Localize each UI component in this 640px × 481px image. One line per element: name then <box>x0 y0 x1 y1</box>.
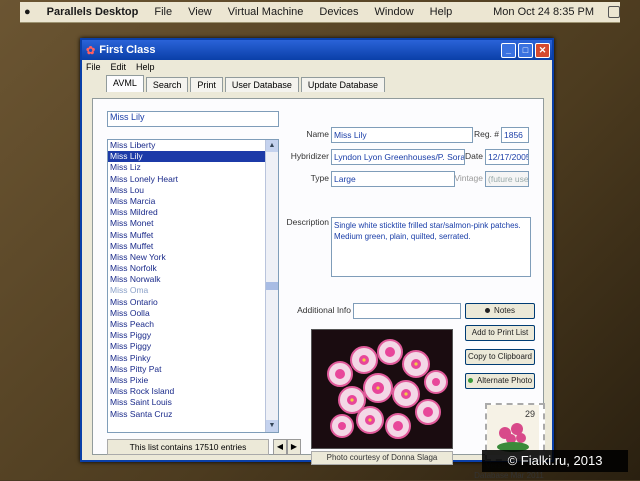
list-item[interactable]: Miss Piggy <box>108 330 278 341</box>
name-label: Name <box>306 129 329 139</box>
first-class-window: ✿ First Class _ □ ✕ File Edit Help AVML … <box>80 38 554 480</box>
spotlight-icon[interactable] <box>608 6 620 18</box>
alternate-photo-button[interactable]: Alternate Photo <box>465 373 535 389</box>
clock: Mon Oct 24 8:35 PM <box>493 6 594 18</box>
list-item[interactable]: Miss Norwalk <box>108 274 278 285</box>
description-label: Description <box>286 217 329 227</box>
avml-panel: Miss Lily Miss Liberty Miss Lily Miss Liz M… <box>92 98 545 480</box>
hybridizer-label: Hybridizer <box>290 151 329 161</box>
reg-label: Reg. # <box>473 129 499 139</box>
list-item[interactable]: Miss Pinky <box>108 353 278 364</box>
date-label: Date <box>465 151 483 161</box>
flower-icon: ✿ <box>86 44 96 57</box>
type-field[interactable]: Large <box>331 171 455 187</box>
svg-text:29: 29 <box>525 409 535 419</box>
tab-user-database[interactable]: User Database <box>224 77 299 92</box>
scroll-thumb[interactable] <box>266 282 278 290</box>
list-item[interactable]: Miss Lily <box>108 151 278 163</box>
scroll-down-icon[interactable]: ▼ <box>266 420 278 432</box>
violet-photo <box>311 329 453 449</box>
list-scrollbar[interactable]: ▲ ▼ <box>265 140 278 432</box>
list-item[interactable]: Miss Peach <box>108 319 278 330</box>
notes-button[interactable]: Notes <box>465 303 535 319</box>
mac-menubar: ● Parallels Desktop File View Virtual Ma… <box>20 2 620 23</box>
minimize-icon[interactable]: _ <box>501 42 516 58</box>
description-field[interactable]: Single white sticktite frilled star/salm… <box>331 217 531 277</box>
window-title: First Class <box>99 44 156 56</box>
list-item[interactable]: Miss Ontario <box>108 297 278 308</box>
mac-menu-devices[interactable]: Devices <box>319 6 358 18</box>
list-item[interactable]: Miss Pitty Pat <box>108 364 278 375</box>
list-item[interactable]: Miss Piggy <box>108 341 278 352</box>
watermark: © Fialki.ru, 2013 <box>482 450 628 472</box>
list-item[interactable]: Miss Muffet <box>108 241 278 252</box>
list-item[interactable]: Miss Lou <box>108 185 278 196</box>
copy-to-clipboard-button[interactable]: Copy to Clipboard <box>465 349 535 365</box>
list-item[interactable]: Miss New York <box>108 252 278 263</box>
mac-menu-window[interactable]: Window <box>375 6 414 18</box>
add-to-print-list-button[interactable]: Add to Print List <box>465 325 535 341</box>
menu-help[interactable]: Help <box>136 62 155 72</box>
window-menubar: File Edit Help <box>82 60 552 74</box>
list-item[interactable]: Miss Norfolk <box>108 263 278 274</box>
list-item[interactable]: Miss Oolla <box>108 308 278 319</box>
list-item[interactable]: Miss Liz <box>108 162 278 173</box>
vintage-label: Vintage <box>454 173 483 183</box>
menu-edit[interactable]: Edit <box>111 62 127 72</box>
list-item[interactable]: Miss Pixie <box>108 375 278 386</box>
prev-arrow-icon[interactable]: ◀ <box>273 439 287 455</box>
next-arrow-icon[interactable]: ▶ <box>287 439 301 455</box>
reg-field[interactable]: 1856 <box>501 127 529 143</box>
list-item[interactable]: Miss Santa Cruz <box>108 409 278 420</box>
list-item[interactable]: Miss Muffet <box>108 230 278 241</box>
list-status: This list contains 17510 entries <box>107 439 269 455</box>
projected-screen: ● Parallels Desktop File View Virtual Ma… <box>0 0 640 480</box>
list-item[interactable]: Miss Rock Island <box>108 386 278 397</box>
tab-avml[interactable]: AVML <box>106 75 144 92</box>
close-icon[interactable]: ✕ <box>535 42 550 58</box>
vintage-field: (future use) <box>485 171 529 187</box>
app-menu[interactable]: Parallels Desktop <box>47 6 139 18</box>
tab-strip: AVML Search Print User Database Update D… <box>82 75 552 92</box>
mac-menu-view[interactable]: View <box>188 6 212 18</box>
mac-menu-help[interactable]: Help <box>430 6 453 18</box>
list-item[interactable]: Miss Mildred <box>108 207 278 218</box>
photo-caption: Photo courtesy of Donna Slaga <box>311 451 453 465</box>
mac-menu-virtual-machine[interactable]: Virtual Machine <box>228 6 304 18</box>
tab-print[interactable]: Print <box>190 77 223 92</box>
search-input[interactable]: Miss Lily <box>107 111 279 127</box>
hybridizer-field[interactable]: Lyndon Lyon Greenhouses/P. Sorano <box>331 149 465 165</box>
list-item[interactable]: Miss Oma <box>108 285 278 296</box>
title-bar[interactable]: ✿ First Class _ □ ✕ <box>82 40 552 60</box>
tab-update-database[interactable]: Update Database <box>300 77 385 92</box>
variety-list[interactable]: Miss Liberty Miss Lily Miss Liz Miss Lonely… <box>107 139 279 433</box>
mac-menu-file[interactable]: File <box>154 6 172 18</box>
list-item[interactable]: Miss Monet <box>108 218 278 229</box>
date-field[interactable]: 12/17/2005 <box>485 149 529 165</box>
name-field[interactable]: Miss Lily <box>331 127 473 143</box>
tab-search[interactable]: Search <box>145 77 189 92</box>
apple-menu-icon[interactable]: ● <box>24 6 31 18</box>
additional-info-label: Additional Info <box>297 305 351 315</box>
type-label: Type <box>310 173 329 183</box>
maximize-icon[interactable]: □ <box>518 42 533 58</box>
list-item[interactable]: Miss Liberty <box>108 140 278 151</box>
list-item[interactable]: Miss Saint Louis <box>108 397 278 408</box>
list-item[interactable]: Miss Lonely Heart <box>108 174 278 185</box>
menu-file[interactable]: File <box>86 62 101 72</box>
list-item[interactable]: Miss Marcia <box>108 196 278 207</box>
additional-info-field[interactable] <box>353 303 461 319</box>
